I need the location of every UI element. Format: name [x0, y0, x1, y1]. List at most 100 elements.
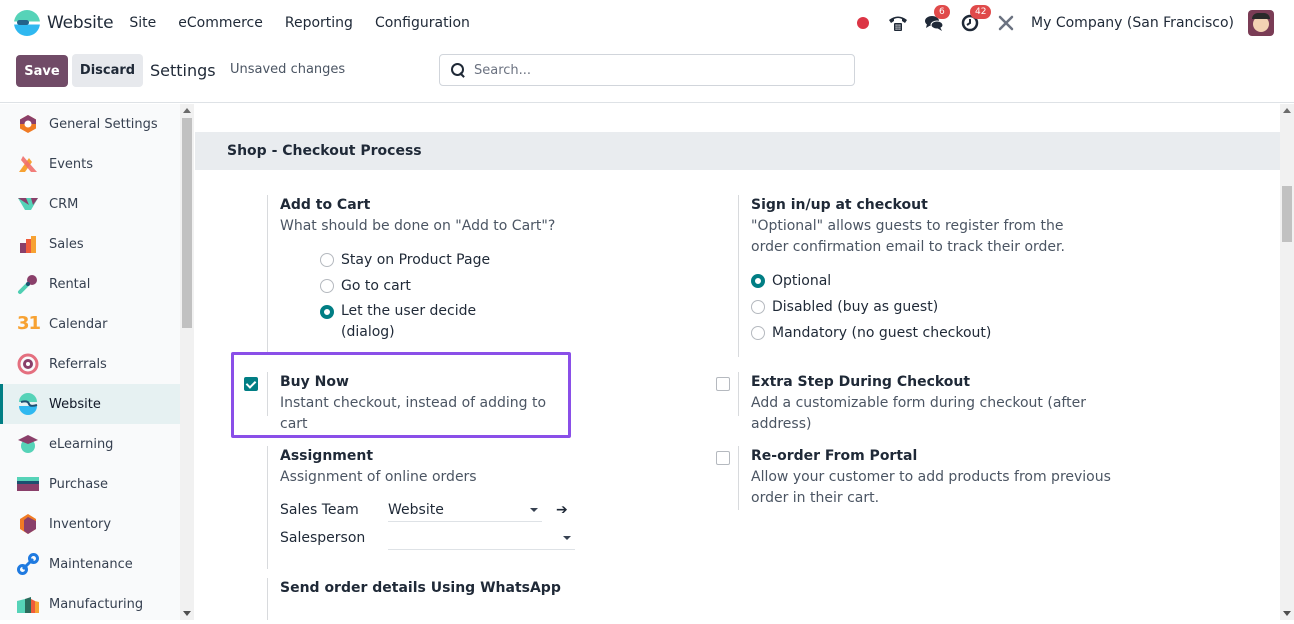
- radio-optional[interactable]: Optional: [751, 268, 1118, 294]
- sidebar-item-crm[interactable]: CRM: [0, 184, 180, 224]
- website-icon: [17, 393, 39, 415]
- search-box[interactable]: [439, 54, 855, 86]
- radio-label: Stay on Product Page: [341, 252, 491, 268]
- sidebar-item-referrals[interactable]: Referrals: [0, 344, 180, 384]
- setting-desc: "Optional" allows guests to register fro…: [751, 218, 1065, 255]
- sidebar-scroll-thumb[interactable]: [182, 118, 192, 328]
- setting-title: Add to Cart: [280, 197, 371, 213]
- chevron-down-icon[interactable]: [563, 536, 571, 540]
- radio-button[interactable]: [751, 274, 765, 288]
- section-header: Shop - Checkout Process: [195, 132, 1280, 170]
- radio-go-to-cart[interactable]: Go to cart: [320, 273, 567, 299]
- user-avatar[interactable]: [1248, 10, 1274, 36]
- chevron-down-icon[interactable]: [530, 508, 538, 512]
- sales-icon: [17, 233, 39, 255]
- sidebar-item-manufacturing[interactable]: Manufacturing: [0, 584, 180, 624]
- sidebar-label: General Settings: [49, 116, 158, 132]
- company-switcher[interactable]: My Company (San Francisco): [1031, 15, 1234, 31]
- menu-ecommerce[interactable]: eCommerce: [178, 15, 263, 31]
- discard-button[interactable]: Discard: [72, 54, 143, 87]
- systray: 6 42 My Company (San Francisco): [857, 0, 1294, 46]
- sidebar-label: CRM: [49, 196, 79, 212]
- manufacturing-icon: [17, 593, 39, 615]
- sales-team-select[interactable]: Website: [388, 498, 542, 522]
- whatsapp-setting: Send order details Using WhatsApp: [267, 578, 597, 620]
- save-button[interactable]: Save: [16, 55, 68, 87]
- sidebar-label: Inventory: [49, 516, 112, 532]
- radio-mandatory[interactable]: Mandatory (no guest checkout): [751, 320, 1118, 346]
- sidebar-scrollbar[interactable]: [180, 104, 194, 620]
- setting-desc: Allow your customer to add products from…: [751, 469, 1111, 506]
- sidebar-item-inventory[interactable]: Inventory: [0, 504, 180, 544]
- sidebar-label: Website: [49, 396, 101, 412]
- scroll-down-arrow-icon[interactable]: [183, 611, 191, 616]
- salesperson-row: Salesperson: [280, 524, 597, 552]
- radio-label-line1: Let the user decide: [341, 303, 477, 319]
- radio-button[interactable]: [751, 326, 765, 340]
- sign-in-checkout-setting: Sign in/up at checkout "Optional" allows…: [738, 195, 1118, 357]
- setting-title: Assignment: [280, 448, 374, 464]
- add-to-cart-options: Stay on Product Page Go to cart Let the …: [320, 247, 567, 343]
- radio-label: Optional: [772, 273, 832, 289]
- website-app-icon: [14, 10, 40, 36]
- radio-label-line2: (dialog): [341, 324, 395, 340]
- scroll-down-arrow-icon[interactable]: [1283, 611, 1291, 616]
- menu-reporting[interactable]: Reporting: [285, 15, 353, 31]
- radio-button[interactable]: [751, 300, 765, 314]
- radio-stay-on-product-page[interactable]: Stay on Product Page: [320, 247, 567, 273]
- add-to-cart-setting: Add to Cart What should be done on "Add …: [267, 195, 567, 353]
- buy-now-setting: Buy Now Instant checkout, instead of add…: [267, 372, 567, 432]
- radio-label: Go to cart: [341, 278, 411, 294]
- elearning-icon: [17, 433, 39, 455]
- radio-let-user-decide[interactable]: Let the user decide (dialog): [320, 299, 567, 343]
- menu-site[interactable]: Site: [129, 15, 156, 31]
- sales-team-value: Website: [388, 501, 444, 518]
- sidebar-item-purchase[interactable]: Purchase: [0, 464, 180, 504]
- calendar-icon: 31: [17, 313, 41, 335]
- sidebar-item-calendar[interactable]: 31 Calendar: [0, 304, 180, 344]
- sidebar-item-website[interactable]: Website: [0, 384, 180, 424]
- external-link-arrow-icon[interactable]: ➔: [556, 502, 568, 518]
- radio-button[interactable]: [320, 305, 334, 319]
- radio-button[interactable]: [320, 253, 334, 267]
- setting-desc: Instant checkout, instead of adding to c…: [280, 395, 547, 432]
- sidebar-item-sales[interactable]: Sales: [0, 224, 180, 264]
- search-icon: [450, 62, 466, 78]
- setting-desc: Assignment of online orders: [280, 469, 477, 485]
- recording-dot-icon[interactable]: [857, 17, 870, 29]
- sidebar-item-events[interactable]: Events: [0, 144, 180, 184]
- salesperson-label: Salesperson: [280, 530, 366, 546]
- sales-team-row: Sales Team Website ➔: [280, 496, 597, 524]
- scroll-up-arrow-icon[interactable]: [1283, 108, 1291, 113]
- events-icon: [17, 153, 39, 175]
- setting-desc: Add a customizable form during checkout …: [751, 395, 1086, 432]
- setting-title: Send order details Using WhatsApp: [280, 580, 561, 596]
- messages-badge: 6: [934, 5, 950, 19]
- sidebar-item-elearning[interactable]: eLearning: [0, 424, 180, 464]
- clock-icon[interactable]: 42: [959, 5, 992, 34]
- radio-disabled[interactable]: Disabled (buy as guest): [751, 294, 1118, 320]
- sidebar-item-rental[interactable]: Rental: [0, 264, 180, 304]
- phone-icon[interactable]: [887, 12, 909, 34]
- tools-icon[interactable]: [995, 12, 1017, 34]
- chat-icon[interactable]: 6: [923, 5, 950, 34]
- sales-team-label: Sales Team: [280, 502, 359, 518]
- sidebar-label: Sales: [49, 236, 84, 252]
- search-input[interactable]: [474, 62, 834, 78]
- app-brand[interactable]: Website: [14, 10, 114, 36]
- sidebar-item-maintenance[interactable]: Maintenance: [0, 544, 180, 584]
- reorder-checkbox[interactable]: [716, 451, 730, 465]
- sidebar-label: Rental: [49, 276, 91, 292]
- sidebar-item-general-settings[interactable]: General Settings: [0, 104, 180, 144]
- sign-in-options: Optional Disabled (buy as guest) Mandato…: [751, 268, 1118, 346]
- menu-configuration[interactable]: Configuration: [375, 15, 470, 31]
- settings-content: Shop - Checkout Process Add to Cart What…: [195, 104, 1280, 620]
- settings-sidebar: General Settings Events CRM Sales Rental…: [0, 104, 194, 620]
- salesperson-select[interactable]: [388, 526, 575, 550]
- buy-now-checkbox[interactable]: [244, 377, 258, 391]
- extra-step-checkbox[interactable]: [716, 377, 730, 391]
- radio-button[interactable]: [320, 279, 334, 293]
- main-scroll-thumb[interactable]: [1282, 186, 1292, 242]
- main-scrollbar[interactable]: [1280, 104, 1294, 620]
- scroll-up-arrow-icon[interactable]: [183, 108, 191, 113]
